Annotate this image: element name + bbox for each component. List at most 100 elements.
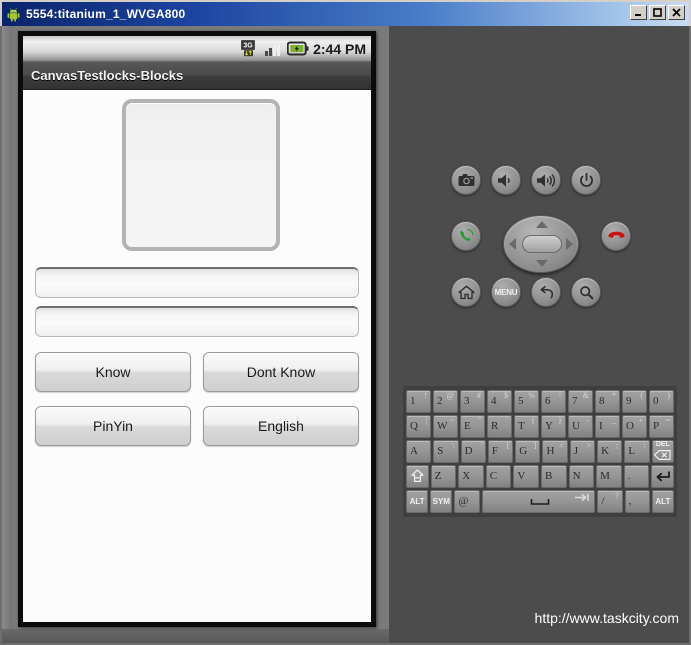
- key-main: Y: [545, 420, 553, 432]
- maximize-button[interactable]: [649, 5, 666, 20]
- key-main: R: [491, 420, 499, 432]
- back-button[interactable]: [531, 277, 561, 307]
- key-a[interactable]: A: [406, 440, 432, 463]
- key-sym[interactable]: SYM: [430, 490, 453, 513]
- delete-key-label: DEL: [655, 441, 670, 448]
- key-at[interactable]: @: [454, 490, 480, 513]
- volume-up-button[interactable]: [531, 165, 561, 195]
- key-f[interactable]: F[: [487, 440, 514, 463]
- key-sub: ~: [449, 416, 454, 425]
- minimize-button[interactable]: [630, 5, 647, 20]
- key-space[interactable]: [481, 490, 596, 513]
- dpad-up-icon[interactable]: [536, 221, 548, 228]
- key-t[interactable]: T{: [514, 415, 539, 438]
- key-shift[interactable]: [406, 465, 429, 488]
- device-screen[interactable]: 3G 2:44 PM CanvasTestlocks-Blocks Know D…: [23, 36, 371, 622]
- key-q[interactable]: Q |: [406, 415, 431, 438]
- key-r[interactable]: R `: [487, 415, 512, 438]
- hardware-button-pad: MENU: [451, 165, 631, 310]
- key-0[interactable]: 0): [649, 390, 674, 413]
- key-sub: -: [586, 416, 589, 425]
- key-sub: ;: [616, 441, 619, 450]
- pinyin-button[interactable]: PinYin: [35, 406, 191, 446]
- know-button[interactable]: Know: [35, 352, 191, 392]
- key-main: P: [653, 420, 660, 432]
- key-d[interactable]: D ': [460, 440, 486, 463]
- power-button[interactable]: [571, 165, 601, 195]
- key-2[interactable]: 2 @: [433, 390, 458, 413]
- key-w[interactable]: W ~: [433, 415, 458, 438]
- key-comma[interactable]: ,: [624, 490, 650, 513]
- key-delete[interactable]: DEL: [651, 440, 674, 463]
- key-alt-right[interactable]: ALT: [651, 490, 674, 513]
- key-8[interactable]: 8 *: [595, 390, 620, 413]
- key-sub: ]: [533, 441, 537, 450]
- key-g[interactable]: G]: [515, 440, 541, 463]
- emulator-keyboard[interactable]: 1! 2 @ 3 # 4 $ 5% 6 ^ 7 & 8 * 9( 0) Q | W ~ E " R…: [403, 386, 677, 517]
- key-main: U: [572, 420, 580, 432]
- key-sub: ': [480, 441, 482, 450]
- signal-strength-icon: [264, 40, 283, 57]
- key-sub: <: [559, 441, 564, 450]
- key-main: F: [491, 445, 499, 457]
- dpad-down-icon[interactable]: [536, 260, 548, 267]
- key-h[interactable]: H <: [542, 440, 568, 463]
- key-c[interactable]: C: [485, 465, 512, 488]
- key-x[interactable]: X: [458, 465, 484, 488]
- text-field-1[interactable]: [35, 267, 359, 298]
- dpad-select-button[interactable]: [522, 235, 562, 253]
- camera-button[interactable]: [451, 165, 481, 195]
- close-button[interactable]: [668, 5, 685, 20]
- key-main: X: [462, 470, 471, 482]
- key-z[interactable]: Z: [430, 465, 457, 488]
- key-period[interactable]: .: [623, 465, 650, 488]
- key-v[interactable]: V: [513, 465, 539, 488]
- window-title-group: 5554:titanium_1_WVGA800: [6, 4, 185, 24]
- backspace-icon: [654, 449, 671, 460]
- call-button[interactable]: [451, 221, 481, 251]
- dpad[interactable]: [503, 215, 579, 273]
- key-j[interactable]: J >: [569, 440, 596, 463]
- key-k[interactable]: K;: [597, 440, 623, 463]
- key-6[interactable]: 6 ^: [541, 390, 566, 413]
- key-l[interactable]: L:: [624, 440, 650, 463]
- key-7[interactable]: 7 &: [568, 390, 593, 413]
- key-n[interactable]: N: [568, 465, 595, 488]
- key-e[interactable]: E ": [460, 415, 485, 438]
- key-alt-left[interactable]: ALT: [406, 490, 429, 513]
- key-enter[interactable]: [651, 465, 674, 488]
- key-1[interactable]: 1!: [406, 390, 431, 413]
- menu-button[interactable]: MENU: [491, 277, 521, 307]
- key-3[interactable]: 3 #: [460, 390, 485, 413]
- key-u[interactable]: U-: [568, 415, 593, 438]
- dpad-right-icon[interactable]: [566, 238, 573, 250]
- volume-down-button[interactable]: [491, 165, 521, 195]
- key-main: @: [458, 495, 469, 507]
- key-main: ,: [628, 495, 632, 507]
- english-button[interactable]: English: [203, 406, 359, 446]
- tab-icon: [574, 493, 590, 502]
- key-o[interactable]: O +: [622, 415, 647, 438]
- home-button[interactable]: [451, 277, 481, 307]
- key-9[interactable]: 9(: [622, 390, 647, 413]
- key-p[interactable]: P =: [649, 415, 674, 438]
- search-button[interactable]: [571, 277, 601, 307]
- key-y[interactable]: Y}: [541, 415, 566, 438]
- key-main: G: [519, 445, 528, 457]
- drawing-canvas[interactable]: [122, 99, 280, 251]
- key-5[interactable]: 5%: [514, 390, 539, 413]
- window-titlebar[interactable]: 5554:titanium_1_WVGA800: [0, 0, 691, 26]
- key-m[interactable]: M: [596, 465, 622, 488]
- text-field-2[interactable]: [35, 306, 359, 337]
- end-call-button[interactable]: [601, 221, 631, 251]
- key-i[interactable]: I _: [595, 415, 620, 438]
- key-sub: [: [506, 441, 510, 450]
- key-s[interactable]: S \: [433, 440, 459, 463]
- key-4[interactable]: 4 $: [487, 390, 512, 413]
- dont-know-button[interactable]: Dont Know: [203, 352, 359, 392]
- dpad-left-icon[interactable]: [509, 238, 516, 250]
- key-slash[interactable]: /?: [597, 490, 623, 513]
- sym-key-label: SYM: [432, 497, 450, 506]
- key-main: W: [437, 420, 448, 432]
- key-b[interactable]: B: [540, 465, 567, 488]
